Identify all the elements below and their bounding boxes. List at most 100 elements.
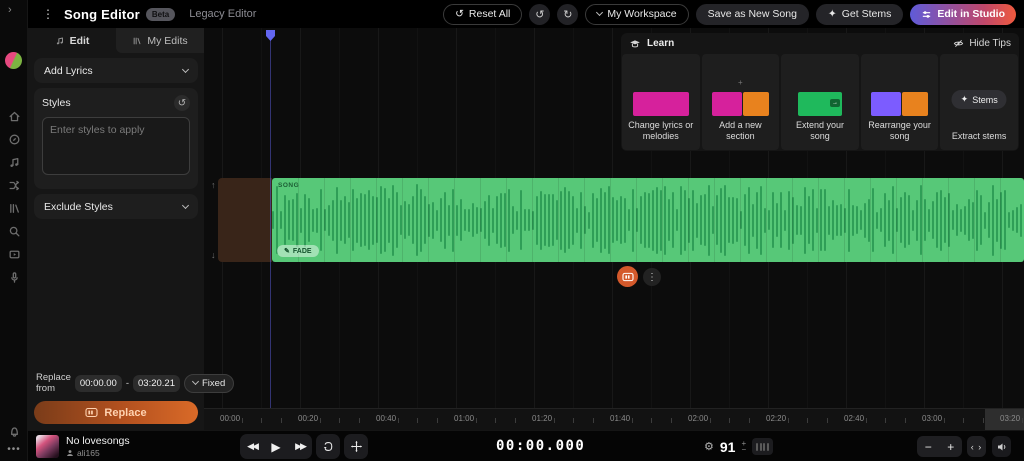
tab-edit[interactable]: Edit (28, 28, 116, 53)
explore-icon[interactable] (8, 133, 21, 146)
zoom-out-button[interactable]: − (922, 440, 935, 454)
ruler-tick (671, 418, 672, 423)
wave-bar (680, 186, 682, 255)
range-dash: - (126, 378, 129, 389)
kebab-menu-icon[interactable]: ⋮ (42, 7, 54, 21)
wave-bar (988, 202, 990, 238)
save-as-new-song-button[interactable]: Save as New Song (696, 4, 809, 25)
wave-bar (360, 193, 362, 247)
tip-extend-song[interactable]: → Extend your song (781, 54, 859, 150)
wave-bar (716, 195, 718, 245)
wave-bar (408, 204, 410, 236)
bpm-stepper[interactable]: + − (741, 441, 746, 453)
undo-button[interactable]: ↺ (529, 4, 550, 25)
wave-bar (852, 205, 854, 236)
get-stems-button[interactable]: ✦ Get Stems (816, 4, 903, 25)
save-as-new-song-label: Save as New Song (708, 8, 797, 20)
auto-scroll-button[interactable] (344, 434, 368, 459)
fit-to-view-button[interactable]: ‹ › (967, 436, 986, 457)
bpm-decrease-icon[interactable]: − (741, 447, 746, 453)
wave-bar (736, 198, 738, 242)
home-icon[interactable] (8, 110, 21, 123)
ruler-tick (261, 418, 262, 423)
redo-button[interactable]: ↻ (557, 4, 578, 25)
expand-sidebar-icon[interactable]: › (8, 4, 12, 16)
edit-in-studio-label: Edit in Studio (937, 8, 1005, 20)
graduation-cap-icon (629, 38, 641, 50)
volume-button[interactable] (992, 436, 1011, 457)
reset-all-button[interactable]: ↺ Reset All (443, 4, 522, 25)
tip-rearrange-song[interactable]: Rearrange your song (861, 54, 939, 150)
ruler-tick (593, 418, 594, 423)
wave-bar (604, 192, 606, 249)
wave-bar (956, 204, 958, 236)
exclude-styles-accordion[interactable]: Exclude Styles (34, 194, 198, 219)
pre-roll-region[interactable] (218, 178, 272, 262)
ruler-tick (573, 418, 574, 423)
ruler-tick (515, 418, 516, 423)
mic-icon[interactable] (8, 271, 21, 284)
notifications-bell-icon[interactable] (8, 425, 21, 438)
tip-add-section[interactable]: + Add a new section (702, 54, 780, 150)
gear-icon[interactable]: ⚙ (704, 440, 714, 453)
replace-start-time[interactable]: 00:00.00 (75, 375, 122, 392)
create-music-icon[interactable] (8, 156, 21, 169)
ruler-tick (417, 418, 418, 423)
replace-from-label: Replace from (36, 372, 71, 394)
tab-my-edits[interactable]: My Edits (116, 28, 204, 53)
styles-input[interactable] (42, 117, 190, 175)
clip-section-divider (844, 178, 845, 262)
rail-nav (0, 110, 28, 284)
wave-bar (392, 185, 394, 256)
rewind-button[interactable]: ◀◀ (240, 434, 264, 459)
timeline-ruler[interactable]: 00:0000:2000:4001:0001:2001:4002:0002:20… (204, 408, 1024, 430)
move-track-up-icon[interactable]: ↑ (211, 180, 216, 190)
metronome-button[interactable] (752, 438, 773, 455)
wave-bar (836, 205, 838, 236)
wave-bar (984, 212, 986, 229)
wave-bar (432, 202, 434, 239)
styles-reset-button[interactable]: ↺ (174, 95, 190, 111)
videos-icon[interactable] (8, 248, 21, 261)
floating-kebab-button[interactable]: ⋮ (643, 268, 661, 286)
clip-section-divider (324, 178, 325, 262)
legacy-editor-link[interactable]: Legacy Editor (189, 8, 256, 20)
play-button[interactable]: ▶ (264, 434, 288, 459)
song-clip[interactable]: SONG ✎ FADE (272, 178, 1024, 262)
loop-button[interactable] (316, 434, 340, 459)
tip-extract-stems[interactable]: ✦ Stems Extract stems (940, 54, 1018, 150)
studio-icon[interactable] (8, 179, 21, 192)
ruler-label: 02:00 (688, 414, 708, 423)
wave-bar (888, 200, 890, 241)
wave-bar (840, 204, 842, 236)
hide-tips-button[interactable]: Hide Tips (953, 38, 1011, 49)
replace-end-time[interactable]: 03:20.21 (133, 375, 180, 392)
zoom-in-button[interactable]: + (944, 440, 957, 454)
my-workspace-dropdown[interactable]: My Workspace (585, 4, 688, 25)
more-icon[interactable]: ••• (7, 447, 21, 453)
edit-panel: Edit My Edits Add Lyrics Styles ↺ Exclud… (28, 28, 204, 430)
move-track-down-icon[interactable]: ↓ (211, 250, 216, 260)
edit-in-studio-button[interactable]: Edit in Studio (910, 4, 1016, 25)
fixed-mode-dropdown[interactable]: Fixed (184, 374, 234, 393)
timeline-canvas[interactable]: Learn Hide Tips Change lyrics or melodie… (204, 28, 1024, 430)
fast-forward-button[interactable]: ▶▶ (288, 434, 312, 459)
wave-bar (332, 200, 334, 241)
search-icon[interactable] (8, 225, 21, 238)
wave-bar (960, 209, 962, 232)
wave-bar (576, 208, 578, 233)
replace-button[interactable]: Replace (34, 401, 198, 424)
library-icon[interactable] (8, 202, 21, 215)
floating-credits-button[interactable] (617, 266, 638, 287)
wave-bar (944, 197, 946, 243)
fade-button[interactable]: ✎ FADE (277, 245, 319, 257)
song-artwork[interactable] (36, 435, 59, 458)
stems-pill-label: Stems (972, 95, 998, 105)
bpm-value[interactable]: 91 (720, 439, 736, 455)
add-lyrics-accordion[interactable]: Add Lyrics (34, 58, 198, 83)
playhead-handle[interactable] (266, 30, 275, 41)
tip-change-lyrics[interactable]: Change lyrics or melodies (622, 54, 700, 150)
wave-bar (560, 191, 562, 250)
avatar[interactable] (5, 52, 22, 69)
wave-bar (900, 197, 902, 243)
